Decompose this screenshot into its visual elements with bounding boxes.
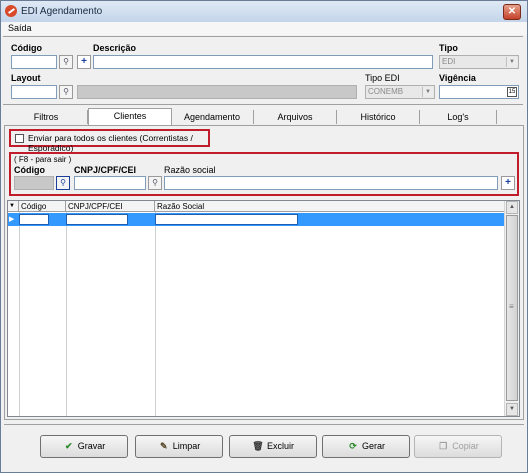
gerar-label: Gerar — [361, 441, 385, 451]
add-button[interactable]: + — [77, 55, 91, 69]
column-header-codigo[interactable]: Código — [19, 201, 66, 212]
gravar-label: Gravar — [77, 441, 106, 451]
grid-cell-cnpj[interactable] — [66, 214, 128, 225]
scroll-up-icon[interactable]: ▲ — [506, 201, 518, 214]
grip-icon: ≡ — [509, 302, 514, 311]
close-button[interactable]: ✕ — [503, 4, 521, 20]
vigencia-label: Vigência — [439, 73, 476, 83]
tipo-value: EDI — [442, 57, 456, 66]
layout-input[interactable] — [11, 85, 57, 99]
vigencia-date-input[interactable]: 15 — [439, 85, 519, 99]
razao-social-label: Razão social — [164, 165, 216, 175]
cnpj-input[interactable] — [74, 176, 146, 190]
descricao-input[interactable] — [93, 55, 433, 69]
clientes-grid[interactable]: ▼ Código CNPJ/CPF/CEI Razão Social ▶ ▲ ≡… — [7, 200, 520, 417]
binoculars-icon[interactable]: ⚲ — [148, 176, 162, 190]
vertical-scrollbar[interactable]: ▲ ≡ ▼ — [504, 201, 519, 416]
window-title: EDI Agendamento — [21, 6, 103, 17]
scroll-thumb[interactable]: ≡ — [506, 215, 518, 401]
column-header-cnpj[interactable]: CNPJ/CPF/CEI — [66, 201, 155, 212]
codigo-label: Código — [11, 43, 42, 53]
calendar-icon[interactable]: 15 — [507, 87, 517, 97]
tipo-label: Tipo — [439, 43, 458, 53]
copiar-label: Copiar — [452, 441, 479, 451]
cliente-codigo-label: Código — [14, 165, 45, 175]
eraser-icon: ✎ — [159, 441, 168, 451]
layout-description-field — [77, 85, 357, 99]
add-client-button[interactable]: + — [501, 176, 515, 190]
column-divider — [19, 212, 20, 416]
razao-social-input[interactable] — [164, 176, 498, 190]
scroll-down-icon[interactable]: ▼ — [506, 403, 518, 416]
chevron-down-icon: ▼ — [422, 87, 433, 97]
row-indicator-header: ▼ — [8, 201, 19, 212]
divider — [3, 104, 523, 105]
cnpj-label: CNPJ/CPF/CEI — [74, 165, 137, 175]
send-all-checkbox[interactable] — [15, 134, 24, 143]
f8-hint: ( F8 - para sair ) — [14, 155, 72, 164]
tipo-edi-value: CONEMB — [368, 87, 404, 96]
descricao-label: Descrição — [93, 43, 137, 53]
column-header-razao-social[interactable]: Razão Social — [155, 201, 505, 212]
tipo-edi-label: Tipo EDI — [365, 73, 400, 83]
limpar-label: Limpar — [172, 441, 201, 451]
grid-cell-razao-social[interactable] — [155, 214, 298, 225]
tipo-select[interactable]: EDI ▼ — [439, 55, 519, 69]
checkmark-icon: ✔ — [64, 441, 73, 451]
refresh-icon: ⟳ — [349, 441, 357, 451]
binoculars-icon[interactable]: ⚲ — [59, 55, 73, 69]
tab-logs[interactable]: Log's — [420, 110, 497, 124]
menu-bar: Saída — [1, 22, 527, 35]
column-divider — [66, 212, 67, 416]
gerar-button[interactable]: ⟳ Gerar — [322, 435, 410, 458]
binoculars-icon[interactable]: ⚲ — [56, 176, 70, 190]
excluir-button[interactable]: 🗑 Excluir — [229, 435, 317, 458]
tab-filtros[interactable]: Filtros — [5, 110, 88, 124]
tab-historico[interactable]: Histórico — [337, 110, 420, 124]
cliente-codigo-input[interactable] — [14, 176, 54, 190]
tipo-edi-select[interactable]: CONEMB ▼ — [365, 85, 435, 99]
grid-cell-codigo[interactable] — [19, 214, 49, 225]
copy-icon: ❐ — [439, 441, 448, 451]
limpar-button[interactable]: ✎ Limpar — [135, 435, 223, 458]
tab-arquivos[interactable]: Arquivos — [254, 110, 337, 124]
client-search-highlight: ( F8 - para sair ) Código ⚲ CNPJ/CPF/CEI… — [9, 152, 519, 196]
column-divider — [155, 212, 156, 416]
tab-clientes[interactable]: Clientes — [88, 108, 172, 126]
tab-agendamento[interactable]: Agendamento — [171, 110, 254, 124]
button-bar: ✔ Gravar ✎ Limpar 🗑 Excluir ⟳ Gerar ❐ Copiar — [4, 424, 524, 470]
codigo-input[interactable] — [11, 55, 57, 69]
send-all-highlight: Enviar para todos os clientes (Correntis… — [9, 129, 210, 153]
copiar-button: ❐ Copiar — [414, 435, 502, 458]
trash-icon: 🗑 — [252, 441, 264, 451]
divider — [3, 36, 523, 37]
send-all-label: Enviar para todos os clientes (Correntis… — [28, 133, 193, 153]
table-row[interactable]: ▶ — [8, 213, 505, 226]
chevron-down-icon: ▼ — [506, 57, 517, 67]
title-bar: EDI Agendamento ✕ — [1, 1, 527, 23]
row-indicator-icon: ▶ — [9, 216, 15, 223]
app-icon — [5, 5, 17, 17]
excluir-label: Excluir — [266, 441, 294, 451]
gravar-button[interactable]: ✔ Gravar — [40, 435, 128, 458]
edi-agendamento-window: EDI Agendamento ✕ Saída Código ⚲ + Descr… — [0, 0, 528, 473]
menu-item-saida[interactable]: Saída — [8, 23, 32, 33]
layout-label: Layout — [11, 73, 41, 83]
binoculars-icon[interactable]: ⚲ — [59, 85, 73, 99]
